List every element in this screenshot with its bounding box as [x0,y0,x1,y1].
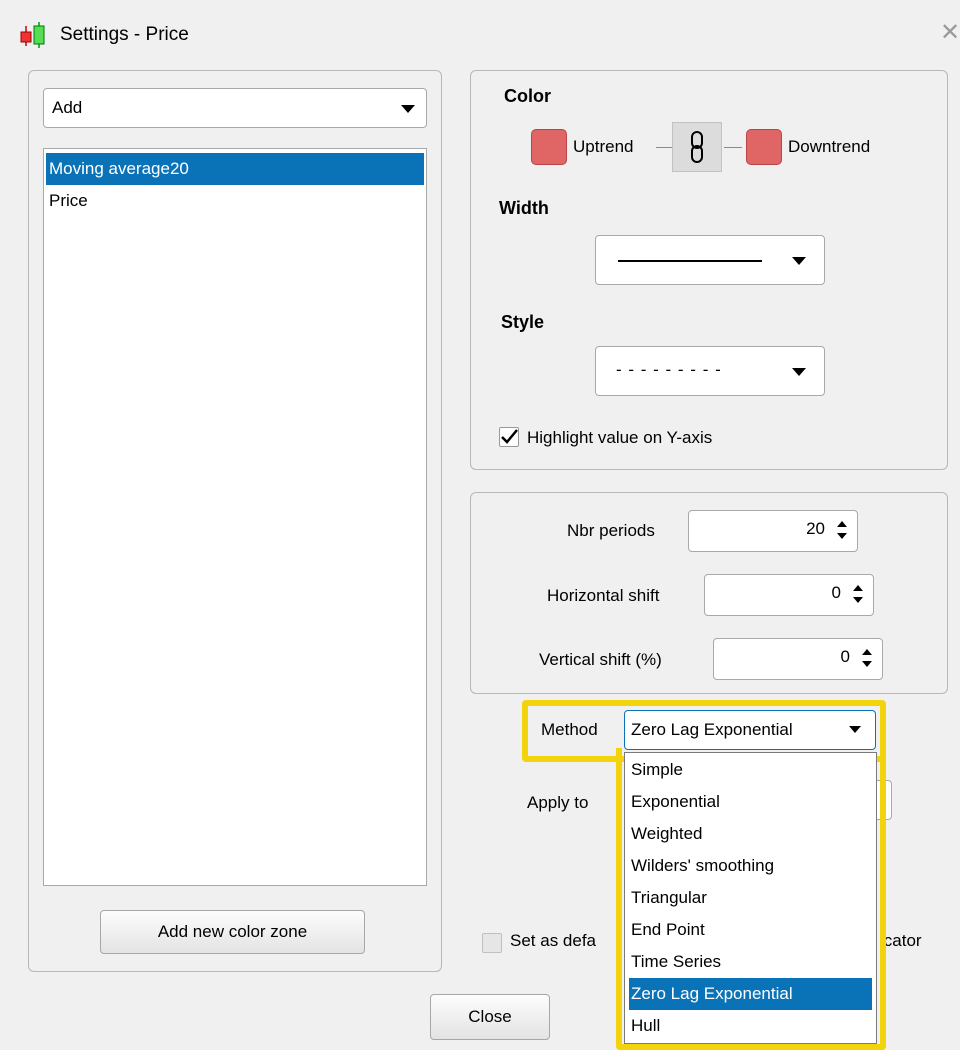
method-dropdown-list: Simple Exponential Weighted Wilders' smo… [624,752,877,1044]
chain-link-icon[interactable] [672,122,722,172]
close-icon[interactable]: ✕ [940,18,960,47]
method-select-value: Zero Lag Exponential [631,720,793,739]
chevron-down-icon [792,368,806,376]
spin-down-icon[interactable] [837,533,847,539]
highlight-checkbox[interactable] [499,427,519,447]
add-dropdown[interactable]: Add [43,88,427,128]
dash-style-preview: - - - - - - - - - [616,360,722,379]
horizontal-shift-value: 0 [831,583,841,602]
vertical-shift-stepper[interactable]: 0 [713,638,883,680]
link-line [724,147,742,148]
method-option[interactable]: Triangular [629,882,872,914]
window-title: Settings - Price [60,24,189,45]
method-option[interactable]: Exponential [629,786,872,818]
uptrend-color-swatch[interactable] [531,129,567,165]
nbr-periods-value: 20 [806,519,825,538]
candlestick-chart-icon [20,22,45,48]
set-default-label-end: icator [880,931,922,950]
close-button[interactable]: Close [430,994,550,1040]
spin-down-icon[interactable] [862,661,872,667]
nbr-periods-stepper[interactable]: 20 [688,510,858,552]
add-color-zone-button[interactable]: Add new color zone [100,910,365,954]
set-default-label-start: Set as defa [510,931,597,950]
downtrend-label: Downtrend [788,137,871,156]
nbr-periods-label: Nbr periods [567,521,655,540]
checkmark-icon [501,429,518,444]
method-option[interactable]: Weighted [629,818,872,850]
spin-up-icon[interactable] [837,521,847,527]
width-select[interactable] [595,235,825,285]
apply-to-label: Apply to [527,793,589,812]
style-select[interactable]: - - - - - - - - - [595,346,825,396]
vertical-shift-label: Vertical shift (%) [539,650,662,669]
style-label: Style [501,312,545,332]
link-line [656,147,672,148]
layer-list: Moving average20 Price [43,148,427,886]
method-select[interactable]: Zero Lag Exponential [624,710,876,750]
chevron-down-icon [849,726,861,733]
chevron-down-icon [401,105,415,113]
chevron-down-icon [792,257,806,265]
vertical-shift-value: 0 [840,647,850,666]
list-item-price[interactable]: Price [46,185,424,217]
title-bar: Settings - Price ✕ [0,0,960,68]
solid-line-preview [618,260,762,262]
spin-up-icon[interactable] [862,649,872,655]
highlight-label: Highlight value on Y-axis [527,428,713,447]
spin-up-icon[interactable] [853,585,863,591]
color-label: Color [504,86,551,106]
method-label: Method [541,720,598,739]
method-option[interactable]: Time Series [629,946,872,978]
horizontal-shift-label: Horizontal shift [547,586,660,605]
width-label: Width [499,198,549,218]
method-option[interactable]: Wilders' smoothing [629,850,872,882]
method-option[interactable]: End Point [629,914,872,946]
add-dropdown-value: Add [52,98,83,117]
uptrend-label: Uptrend [573,137,634,156]
horizontal-shift-stepper[interactable]: 0 [704,574,874,616]
list-item-moving-average[interactable]: Moving average20 [46,153,424,185]
downtrend-color-swatch[interactable] [746,129,782,165]
spin-down-icon[interactable] [853,597,863,603]
set-default-checkbox[interactable] [482,933,502,953]
method-option[interactable]: Hull [629,1010,872,1042]
method-option[interactable]: Simple [629,754,872,786]
method-option-selected[interactable]: Zero Lag Exponential [629,978,872,1010]
